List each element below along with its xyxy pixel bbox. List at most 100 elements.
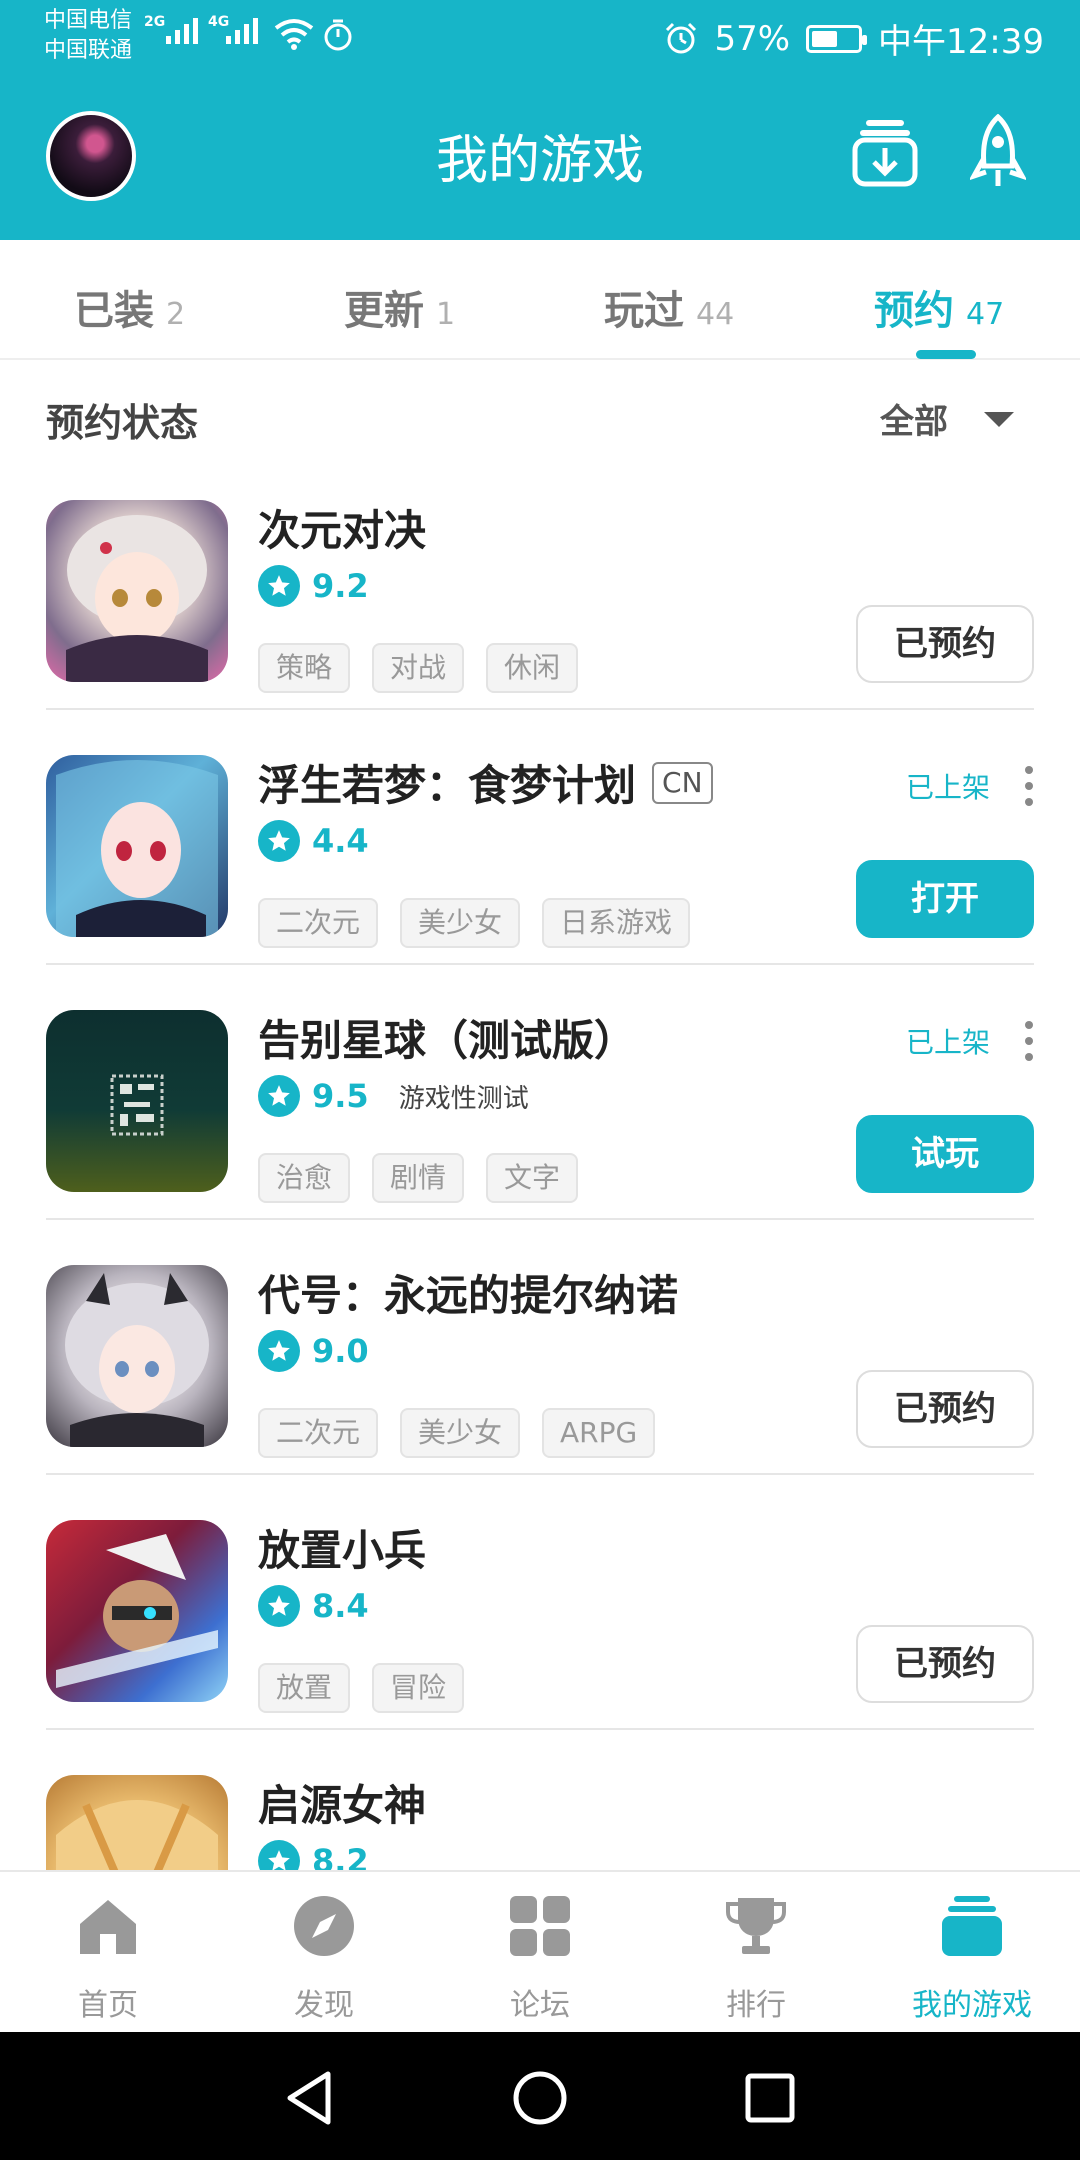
- tag[interactable]: 日系游戏: [542, 898, 691, 948]
- game-title[interactable]: 启源女神: [258, 1772, 426, 1833]
- list-item[interactable]: 启源女神 8.2: [0, 1730, 1080, 1870]
- app-bar: 我的游戏: [0, 74, 1080, 240]
- page-title: 我的游戏: [435, 131, 644, 191]
- status-right: 57% 中午12:39: [664, 14, 1044, 63]
- nav-home[interactable]: 首页: [28, 1894, 188, 2024]
- nav-discover[interactable]: 发现: [244, 1894, 404, 2024]
- tag[interactable]: 剧情: [372, 1153, 465, 1203]
- home-icon: [80, 1900, 136, 1954]
- more-options-icon[interactable]: [1024, 1021, 1034, 1061]
- nav-forum[interactable]: 论坛: [460, 1894, 620, 2024]
- tag[interactable]: 治愈: [258, 1153, 351, 1203]
- carrier-1: 中国电信: [44, 8, 133, 33]
- filter-dropdown[interactable]: 全部: [880, 394, 948, 443]
- tag-list: 二次元 美少女 ARPG: [258, 1408, 656, 1458]
- try-play-button[interactable]: 试玩: [856, 1115, 1034, 1193]
- game-title[interactable]: 代号：永远的提尔纳诺: [258, 1262, 678, 1323]
- anime-girl-art: [56, 1800, 218, 1870]
- reserved-button[interactable]: 已预约: [856, 1625, 1034, 1703]
- game-title[interactable]: 次元对决: [258, 497, 426, 558]
- game-rating: 4.4: [258, 820, 369, 862]
- tab-label: 已装: [74, 288, 154, 334]
- star-icon: [258, 1075, 300, 1117]
- game-icon[interactable]: [46, 1520, 228, 1702]
- open-button[interactable]: 打开: [856, 860, 1034, 938]
- game-icon[interactable]: [46, 1775, 228, 1870]
- game-title[interactable]: 告别星球（测试版）: [258, 1007, 636, 1068]
- battery-fill: [812, 30, 838, 47]
- nav-label: 我的游戏: [912, 1988, 1032, 2023]
- tab-updates[interactable]: 更新 1: [344, 278, 455, 336]
- anime-girl-art: [65, 1273, 209, 1447]
- tag[interactable]: 文字: [486, 1153, 579, 1203]
- tag[interactable]: ARPG: [542, 1408, 656, 1458]
- game-icon[interactable]: [46, 1010, 228, 1192]
- list-item[interactable]: 告别星球（测试版） 9.5 游戏性测试 治愈 剧情 文字 已上架 试玩: [0, 965, 1080, 1220]
- status-badge: 已上架: [906, 1026, 991, 1059]
- rating-score: 9.2: [312, 567, 369, 605]
- list-item[interactable]: 放置小兵 8.4 放置 冒险 已预约: [0, 1475, 1080, 1730]
- reserved-button[interactable]: 已预约: [856, 1370, 1034, 1448]
- tag[interactable]: 美少女: [400, 898, 521, 948]
- tag-list: 治愈 剧情 文字: [258, 1153, 579, 1203]
- pixel-glyph-art: [110, 1074, 164, 1136]
- list-item[interactable]: 次元对决 9.2 策略 对战 休闲 已预约: [0, 455, 1080, 710]
- tab-played[interactable]: 玩过 44: [604, 278, 734, 336]
- rating-score: 9.0: [312, 1332, 369, 1370]
- system-navigation-bar: [0, 2032, 1080, 2160]
- tab-count: 1: [436, 297, 456, 332]
- tab-count: 44: [696, 297, 735, 332]
- list-item[interactable]: 代号：永远的提尔纳诺 9.0 二次元 美少女 ARPG 已预约: [0, 1220, 1080, 1475]
- game-icon[interactable]: [46, 500, 228, 682]
- nav-my-games[interactable]: 我的游戏: [892, 1894, 1052, 2024]
- game-icon[interactable]: [46, 1265, 228, 1447]
- more-options-icon[interactable]: [1024, 766, 1034, 806]
- timer-icon: [324, 19, 352, 51]
- reserved-button[interactable]: 已预约: [856, 605, 1034, 683]
- rating-score: 8.4: [312, 1587, 369, 1625]
- game-icon[interactable]: [46, 755, 228, 937]
- home-circle-icon[interactable]: [510, 2068, 570, 2128]
- tag[interactable]: 冒险: [372, 1663, 465, 1713]
- game-title[interactable]: 浮生若梦：食梦计划 CN: [258, 752, 713, 813]
- alarm-icon: [666, 22, 697, 53]
- nav-ranking[interactable]: 排行: [676, 1894, 836, 2024]
- tag-list: 策略 对战 休闲: [258, 643, 579, 693]
- download-box-icon[interactable]: [852, 118, 918, 188]
- battery-icon: [806, 24, 868, 53]
- list-item[interactable]: 浮生若梦：食梦计划 CN 4.4 二次元 美少女 日系游戏 已上架 打开: [0, 710, 1080, 965]
- tab-installed[interactable]: 已装 2: [74, 278, 185, 336]
- tab-label: 玩过: [604, 288, 684, 334]
- nav-label: 发现: [294, 1988, 354, 2023]
- game-title[interactable]: 放置小兵: [258, 1517, 426, 1578]
- tag[interactable]: 美少女: [400, 1408, 521, 1458]
- chevron-down-icon[interactable]: [984, 412, 1014, 427]
- tab-label: 更新: [344, 288, 424, 334]
- game-rating: 9.5 游戏性测试: [258, 1075, 529, 1117]
- nav-label: 排行: [726, 1988, 786, 2023]
- tag[interactable]: 休闲: [486, 643, 579, 693]
- tag[interactable]: 放置: [258, 1663, 351, 1713]
- tab-label: 预约: [874, 288, 954, 334]
- rating-score: 4.4: [312, 822, 369, 860]
- star-icon: [258, 1585, 300, 1627]
- back-icon[interactable]: [280, 2068, 340, 2128]
- tab-reserved[interactable]: 预约 47: [874, 278, 1004, 336]
- rocket-icon[interactable]: [970, 114, 1026, 190]
- game-name: 浮生若梦：食梦计划: [258, 761, 637, 810]
- battery-percent: 57%: [714, 18, 791, 59]
- carrier-names: 中国电信 中国联通: [44, 6, 132, 66]
- tab-bar: 已装 2 更新 1 玩过 44 预约 47: [0, 240, 1080, 360]
- anime-girl-art: [66, 515, 208, 682]
- rating-score: 8.2: [312, 1842, 369, 1870]
- star-icon: [258, 1840, 300, 1870]
- tab-indicator: [916, 350, 976, 359]
- tag[interactable]: 对战: [372, 643, 465, 693]
- tag[interactable]: 二次元: [258, 898, 379, 948]
- game-name: 代号：永远的提尔纳诺: [258, 1271, 679, 1320]
- tag[interactable]: 策略: [258, 643, 351, 693]
- game-rating: 8.2: [258, 1840, 369, 1870]
- tag[interactable]: 二次元: [258, 1408, 379, 1458]
- recent-apps-icon[interactable]: [740, 2068, 800, 2128]
- signal-1-type: 2G: [144, 14, 166, 30]
